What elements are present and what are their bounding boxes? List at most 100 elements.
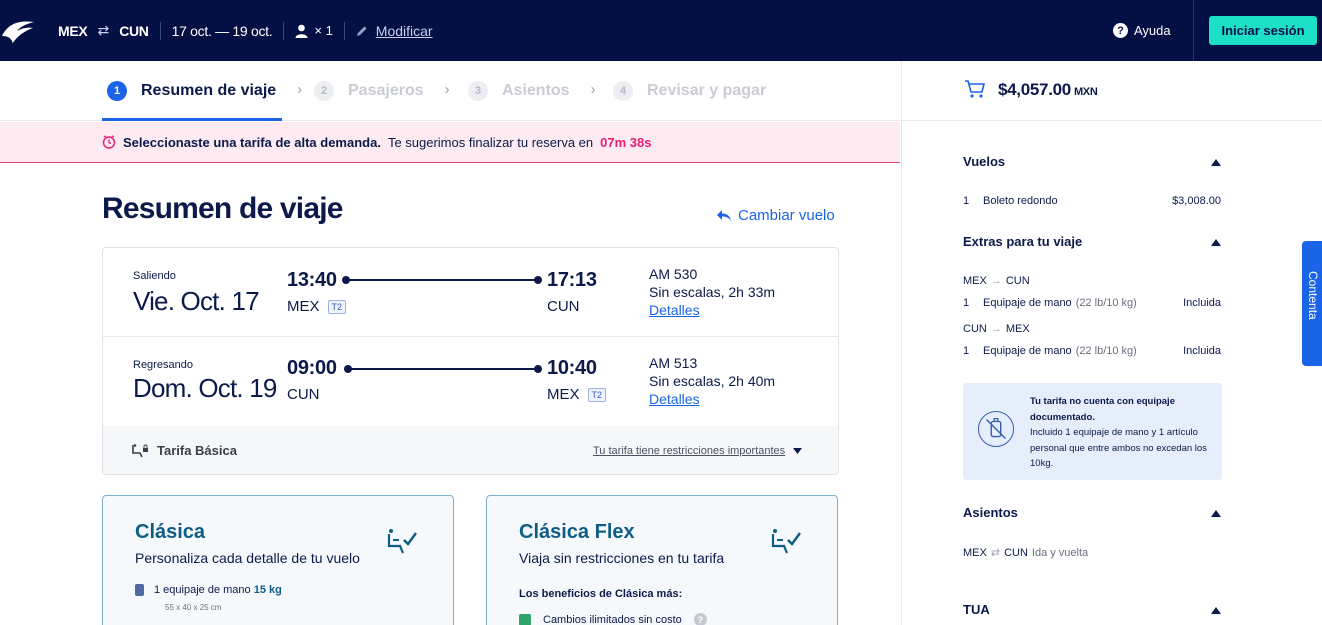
help-link[interactable]: ? Ayuda — [1113, 0, 1171, 61]
terminal-badge: T2 — [587, 387, 607, 402]
restrictions-toggle[interactable]: Tu tarifa tiene restricciones importante… — [593, 445, 803, 457]
fare-name-label: Tarifa Básica — [157, 443, 237, 458]
upgrade-title: Clásica Flex — [519, 521, 635, 543]
fare-name: Tarifa Básica — [131, 443, 237, 458]
login-button[interactable]: Iniciar sesión — [1209, 16, 1317, 45]
change-flight-link[interactable]: Cambiar vuelo — [716, 207, 835, 224]
extra-status: Incluida — [1183, 297, 1221, 309]
upgrade-subtitle: Viaja sin restricciones en tu tarifa — [519, 550, 725, 566]
modify-link[interactable]: Modificar — [356, 23, 433, 39]
flight-stops: Sin escalas, 2h 33m — [649, 284, 776, 300]
feature-text: Cambios ilimitados sin costo — [543, 613, 682, 625]
alert-text: Te sugerimos finalizar tu reserva en — [387, 134, 594, 150]
extras-section-title[interactable]: Extras para tu viaje — [963, 234, 1082, 249]
leg-date: Dom. Oct. 19 — [133, 373, 277, 403]
total-amount: $4,057.00 — [998, 80, 1071, 99]
chevron-right-icon: › — [297, 81, 303, 98]
arrival-code: MEX — [547, 386, 580, 403]
step-label: Revisar y pagar — [647, 82, 767, 99]
total-currency: MXN — [1073, 86, 1098, 98]
carry-on-bag-icon — [135, 584, 144, 596]
flight-info: AM 513 Sin escalas, 2h 40m Detalles — [649, 354, 775, 408]
flights-section-title[interactable]: Vuelos — [963, 154, 1005, 169]
chevron-right-icon: › — [590, 81, 596, 98]
baggage-info-bold: Tu tarifa no cuenta con equipaje documen… — [1030, 396, 1175, 423]
trip-dates: 17 oct. — 19 oct. — [171, 22, 273, 39]
trip-type: Ida y vuelta — [1031, 546, 1089, 559]
ticket-line: 1 Boleto redondo — [963, 195, 1058, 207]
restrictions-label[interactable]: Tu tarifa tiene restricciones importante… — [593, 445, 785, 457]
step-number: 1 — [107, 81, 127, 101]
return-leg: Regresando Dom. Oct. 19 09:00 10:40 CUN … — [103, 337, 838, 426]
route-line — [348, 279, 538, 281]
swap-arrows-icon: ⇄ — [97, 22, 110, 38]
step-label: Resumen de viaje — [141, 82, 277, 99]
ticket-label: Boleto redondo — [983, 195, 1058, 207]
aeromexico-logo-icon[interactable] — [0, 14, 36, 48]
chevron-right-icon: › — [444, 81, 450, 98]
details-link[interactable]: Detalles — [649, 301, 775, 319]
extra-label: Equipaje de mano — [983, 345, 1072, 357]
step-passengers: 2 Pasajeros › — [314, 61, 450, 121]
benefits-title: Los beneficios de Clásica más: — [519, 588, 683, 600]
extra-qty: 1 — [963, 345, 970, 357]
ticket-qty: 1 — [963, 195, 970, 207]
info-question-icon[interactable]: ? — [693, 613, 707, 625]
route-to: MEX — [1005, 323, 1030, 335]
terminal-badge: T2 — [327, 299, 347, 314]
departure-airport: CUN — [287, 386, 320, 403]
side-tab-label[interactable]: Contenta — [1306, 271, 1320, 320]
booking-steps: 1 Resumen de viaje › 2 Pasajeros › 3 Asi… — [0, 61, 900, 121]
route-to: CUN — [1005, 275, 1030, 287]
extra-route: MEX → CUN — [963, 275, 1030, 287]
page-title: Resumen de viaje — [102, 192, 343, 225]
caret-up-icon[interactable] — [1211, 239, 1221, 246]
caret-up-icon[interactable] — [1211, 510, 1221, 517]
step-number: 2 — [314, 81, 334, 101]
seat-check-icon — [387, 529, 417, 554]
total-price: $4,057.00 MXN — [998, 80, 1098, 100]
destination-code: CUN — [119, 22, 149, 39]
trip-summary[interactable]: MEX ⇄ CUN 17 oct. — 19 oct. × 1 Modifica… — [58, 0, 433, 61]
active-step-indicator — [102, 118, 282, 121]
details-link[interactable]: Detalles — [649, 390, 775, 408]
divider — [343, 21, 345, 40]
route-end-dot — [534, 365, 542, 373]
upgrade-card-clasica[interactable]: Clásica Personaliza cada detalle de tu v… — [102, 495, 454, 625]
high-demand-alert: Seleccionaste una tarifa de alta demanda… — [0, 122, 900, 163]
arrow-right-icon: → — [990, 275, 1002, 287]
seats-section-title[interactable]: Asientos — [963, 505, 1018, 520]
departure-airport: MEX T2 — [287, 298, 347, 315]
arrival-time: 10:40 — [547, 357, 597, 379]
step-seats: 3 Asientos › — [468, 61, 596, 121]
passenger-count-value: × 1 — [314, 23, 333, 38]
arrival-airport: CUN — [547, 298, 580, 315]
modify-label[interactable]: Modificar — [376, 23, 433, 39]
extra-weight: (22 lb/10 kg) — [1075, 297, 1137, 309]
pencil-icon — [356, 26, 367, 36]
divider — [159, 21, 161, 40]
extra-qty: 1 — [963, 297, 970, 309]
total-row: $4,057.00 MXN — [902, 61, 1322, 121]
upgrade-card-clasica-flex[interactable]: Clásica Flex Viaja sin restricciones en … — [486, 495, 838, 625]
caret-up-icon[interactable] — [1211, 607, 1221, 614]
divider — [283, 21, 285, 40]
caret-up-icon[interactable] — [1211, 159, 1221, 166]
calendar-icon — [519, 613, 531, 625]
flight-stops: Sin escalas, 2h 40m — [649, 373, 776, 389]
flight-info: AM 530 Sin escalas, 2h 33m Detalles — [649, 265, 775, 319]
no-checked-bag-icon — [978, 411, 1014, 447]
route-from: MEX — [963, 275, 987, 287]
step-trip-summary[interactable]: 1 Resumen de viaje › — [107, 61, 302, 121]
step-label: Pasajeros — [348, 82, 424, 99]
baggage-info-text: Tu tarifa no cuenta con equipaje documen… — [1030, 394, 1215, 472]
route-end-dot — [534, 276, 542, 284]
feedback-side-tab[interactable]: Contenta — [1302, 241, 1322, 366]
change-flight-label[interactable]: Cambiar vuelo — [738, 207, 835, 224]
step-number: 4 — [613, 81, 633, 101]
tua-section-title[interactable]: TUA — [963, 602, 990, 617]
help-label: Ayuda — [1134, 23, 1171, 38]
alert-bold-text: Seleccionaste una tarifa de alta demanda… — [123, 134, 381, 150]
flight-number: AM 513 — [649, 355, 698, 371]
extra-status: Incluida — [1183, 345, 1221, 357]
